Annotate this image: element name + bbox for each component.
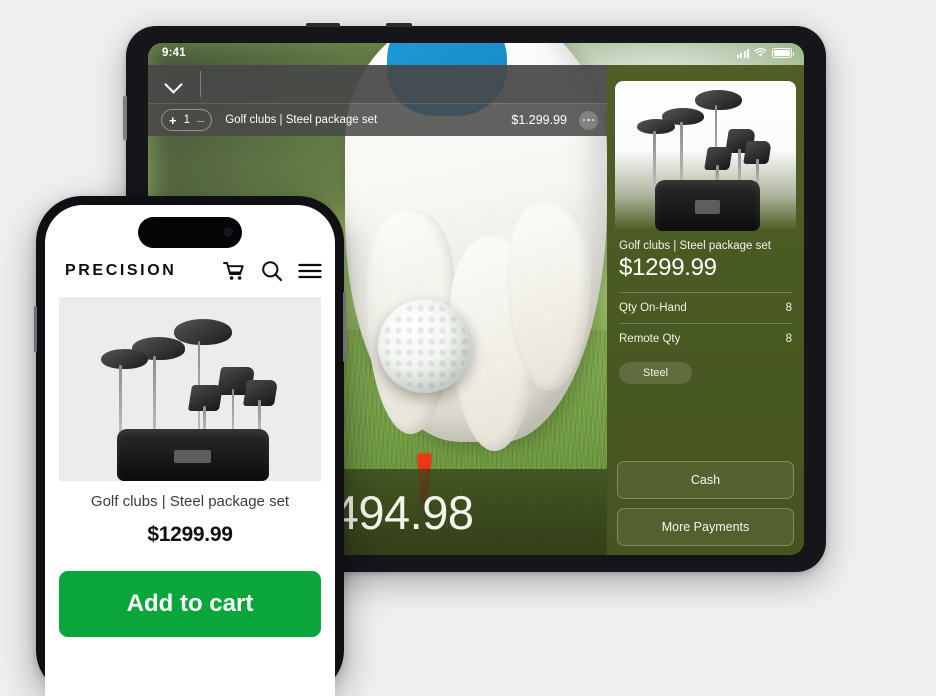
quantity-value: 1 bbox=[183, 114, 190, 126]
cart-item-price: $1.299.99 bbox=[511, 113, 567, 127]
tablet-side-button[interactable] bbox=[123, 96, 127, 140]
spec-value: 8 bbox=[785, 302, 792, 314]
variant-tag-steel[interactable]: Steel bbox=[619, 362, 693, 384]
tablet-top-button-b[interactable] bbox=[386, 23, 412, 27]
golf-ball bbox=[377, 299, 472, 393]
phone-volume-button[interactable] bbox=[34, 306, 37, 352]
product-detail-panel: Golf clubs | Steel package set $1299.99 … bbox=[607, 65, 804, 555]
cash-payment-button[interactable]: Cash bbox=[617, 461, 794, 499]
shopping-cart-icon[interactable] bbox=[221, 258, 247, 284]
decrement-button[interactable]: – bbox=[197, 113, 204, 128]
spec-label: Remote Qty bbox=[619, 333, 681, 345]
more-payments-button[interactable]: More Payments bbox=[617, 508, 794, 546]
brand-logo: PRECISION bbox=[65, 262, 177, 279]
increment-button[interactable]: + bbox=[169, 113, 177, 128]
golf-club-set-illustration bbox=[59, 297, 321, 481]
wifi-icon bbox=[754, 48, 767, 57]
phone-power-button[interactable] bbox=[343, 292, 346, 362]
chevron-down-icon[interactable] bbox=[164, 74, 184, 94]
phone-product-title: Golf clubs | Steel package set bbox=[90, 493, 290, 510]
hamburger-menu-icon[interactable] bbox=[297, 258, 323, 284]
dynamic-island bbox=[138, 217, 242, 248]
product-image bbox=[615, 81, 796, 231]
phone-store-header: PRECISION bbox=[45, 249, 335, 293]
phone-product-price: $1299.99 bbox=[147, 523, 233, 546]
cellular-signal-icon bbox=[736, 48, 749, 58]
quantity-stepper[interactable]: + 1 – bbox=[161, 109, 213, 131]
spec-row-remote-qty: Remote Qty 8 bbox=[619, 323, 792, 354]
battery-icon bbox=[772, 48, 794, 58]
status-clock: 9:41 bbox=[162, 47, 186, 59]
spec-row-qty-on-hand: Qty On-Hand 8 bbox=[619, 292, 792, 323]
toolbar-divider bbox=[200, 71, 201, 97]
golf-club-set-illustration bbox=[615, 81, 796, 231]
add-to-cart-button[interactable]: Add to cart bbox=[59, 571, 321, 637]
more-horizontal-icon[interactable] bbox=[579, 110, 598, 130]
cart-item-name: Golf clubs | Steel package set bbox=[225, 114, 378, 126]
detail-panel-spacer bbox=[607, 384, 804, 455]
detail-product-price: $1299.99 bbox=[619, 254, 717, 281]
spec-label: Qty On-Hand bbox=[619, 302, 687, 314]
variant-tag-row: Steel bbox=[607, 354, 804, 384]
status-indicators bbox=[736, 48, 794, 58]
tablet-top-button-a[interactable] bbox=[306, 23, 340, 27]
spec-value: 8 bbox=[785, 333, 792, 345]
phone-product-image bbox=[59, 297, 321, 481]
search-icon[interactable] bbox=[259, 258, 285, 284]
cart-line-item-row[interactable]: + 1 – Golf clubs | Steel package set $1.… bbox=[148, 103, 607, 136]
detail-product-title: Golf clubs | Steel package set bbox=[619, 240, 771, 252]
tablet-status-bar: 9:41 bbox=[148, 43, 804, 65]
phone-screen: PRECISION Golf clubs | Steel package set… bbox=[45, 205, 335, 696]
phone-device: PRECISION Golf clubs | Steel package set… bbox=[34, 196, 346, 696]
